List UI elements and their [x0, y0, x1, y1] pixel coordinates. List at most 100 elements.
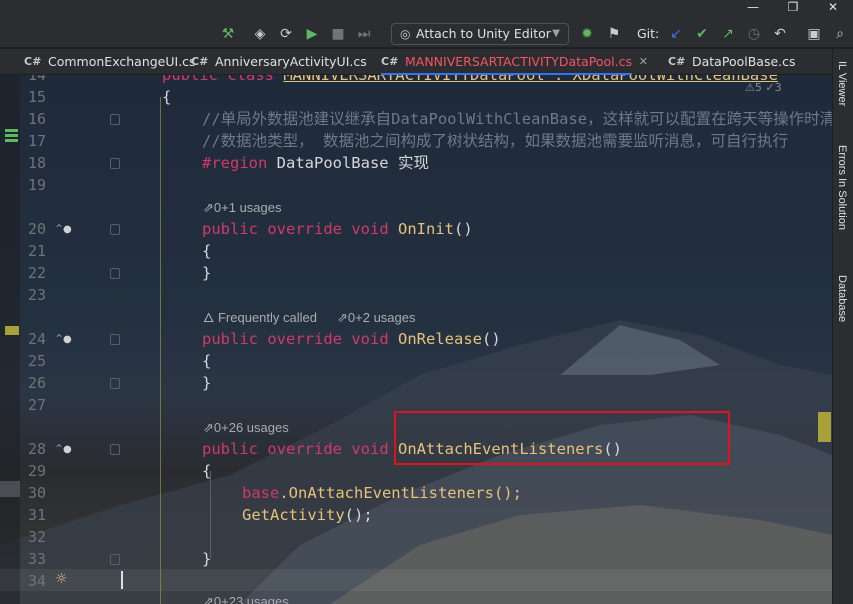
git-history-icon[interactable]: ◷	[744, 24, 764, 44]
tab-label: AnniversaryActivityUI.cs	[215, 54, 367, 69]
line-number: 19	[27, 176, 46, 194]
chevron-down-icon: ▼	[552, 28, 560, 39]
minimize-icon[interactable]: —	[733, 0, 773, 20]
code-line-24: 24 ⌃ ● public override void OnRelease()	[0, 328, 832, 350]
code-analysis-status[interactable]: ⚠5 ✓3	[745, 81, 782, 94]
code-editor[interactable]: 14 public class MANNIVERSARTACTIVITYData…	[0, 75, 832, 604]
usages-hint[interactable]: ⇗0+23 usages	[203, 593, 289, 604]
run-icon[interactable]: ▶	[302, 24, 322, 44]
code-line-30: 30 base.OnAttachEventListeners();	[0, 482, 832, 504]
usages-hint[interactable]: ⇗0+1 usages	[203, 199, 282, 217]
build-hammer-icon[interactable]: ⚒	[218, 24, 238, 44]
csharp-file-icon: C#	[668, 55, 686, 68]
usages-hint[interactable]: ⇗0+26 usages	[203, 419, 289, 437]
tab-datapool-base[interactable]: C# DataPoolBase.cs	[668, 49, 796, 75]
code-text: public class MANNIVERSARTACTIVITYDataPoo…	[162, 75, 778, 84]
line-number: 23	[27, 286, 46, 304]
override-dot-icon: ●	[63, 444, 72, 455]
git-push-icon[interactable]: ↗	[718, 24, 738, 44]
git-label: Git:	[637, 26, 660, 41]
tab-label: DataPoolBase.cs	[692, 54, 796, 69]
line-number: 21	[27, 242, 46, 260]
unity-attach-icon: ◎	[400, 27, 411, 41]
line-number: 34	[27, 572, 46, 590]
il-viewer-tab[interactable]: IL Viewer	[836, 61, 848, 106]
database-tab[interactable]: Database	[836, 275, 848, 322]
code-line-23: 23	[0, 284, 832, 306]
code-text: }	[202, 374, 212, 392]
code-text: {	[202, 352, 212, 370]
code-line-33: 33 }	[0, 548, 832, 570]
code-text: }	[202, 264, 212, 282]
code-line-31: 31 GetActivity();	[0, 504, 832, 526]
close-window-icon[interactable]: ✕	[813, 0, 853, 20]
stop-icon[interactable]: ■	[328, 24, 348, 44]
code-line-22: 22 }	[0, 262, 832, 284]
fold-marker[interactable]	[110, 114, 120, 125]
layout-icon[interactable]: ▣	[804, 24, 824, 44]
code-text: base.OnAttachEventListeners();	[242, 484, 522, 502]
profile-icon[interactable]: ⚑	[604, 24, 624, 44]
code-line-20: 20 ⌃ ● public override void OnInit()	[0, 218, 832, 240]
highlight-annotation-box	[394, 411, 730, 465]
attach-to-unity-button[interactable]: ◎ Attach to Unity Editor ▼	[391, 23, 569, 45]
code-line-16: 16 //单局外数据池建议继承自DataPoolWithCleanBase，这样…	[0, 108, 832, 130]
git-commit-icon[interactable]: ✔	[692, 24, 712, 44]
errors-in-solution-tab[interactable]: Errors In Solution	[836, 145, 848, 230]
line-number: 18	[27, 154, 46, 172]
search-icon[interactable]: ⌕	[830, 24, 850, 44]
line-number: 26	[27, 374, 46, 392]
code-line-17: 17 //数据池类型， 数据池之间构成了树状结构，如果数据池需要监听消息，可自行…	[0, 130, 832, 152]
line-number: 22	[27, 264, 46, 282]
tab-anniversary-datapool[interactable]: C# MANNIVERSARTACTIVITYDataPool.cs ✕	[381, 49, 648, 75]
code-line-18: 18 #region DataPoolBase 实现	[0, 152, 832, 174]
debug-bug-icon[interactable]: ✹	[577, 24, 597, 44]
refresh-unity-icon[interactable]: ⟳	[276, 24, 296, 44]
csharp-file-icon: C#	[381, 55, 399, 68]
right-tool-strip: IL Viewer Errors In Solution Database	[832, 49, 853, 604]
usages-hint[interactable]: ⇗0+2 usages	[337, 309, 416, 327]
git-update-icon[interactable]: ↙	[666, 24, 686, 44]
fold-marker[interactable]	[110, 158, 120, 169]
close-tab-icon[interactable]: ✕	[639, 49, 648, 75]
override-dot-icon: ●	[63, 224, 72, 235]
override-dot-icon: ●	[63, 334, 72, 345]
code-text: {	[162, 88, 172, 106]
line-number: 15	[27, 88, 46, 106]
fold-marker[interactable]	[110, 444, 120, 455]
indent-guide	[160, 97, 161, 604]
line-number: 17	[27, 132, 46, 150]
step-icon[interactable]: ⏭	[354, 24, 374, 44]
code-line-15: 15 {	[0, 86, 832, 108]
code-line-21: 21 {	[0, 240, 832, 262]
frequently-called-hint: 🜂 Frequently called	[203, 310, 317, 325]
code-line-34: 34 ☼	[0, 570, 832, 592]
fold-marker[interactable]	[110, 554, 120, 565]
scrollbar-thumb[interactable]	[818, 412, 831, 442]
lightbulb-icon[interactable]: ☼	[55, 571, 68, 587]
fold-marker[interactable]	[110, 268, 120, 279]
code-text: GetActivity();	[242, 506, 373, 524]
unity-icon[interactable]: ◈	[250, 24, 270, 44]
code-text: public override void OnInit()	[202, 220, 473, 238]
line-number: 14	[27, 75, 46, 84]
csharp-file-icon: C#	[24, 55, 42, 68]
restore-icon[interactable]: ❐	[773, 0, 813, 20]
line-number: 20	[27, 220, 46, 238]
toolbar: ⚒ ◈ ⟳ ▶ ■ ⏭ ◎ Attach to Unity Editor ▼ ✹…	[0, 20, 853, 48]
code-line-25: 25 {	[0, 350, 832, 372]
tab-common-exchange-ui[interactable]: C# CommonExchangeUI.cs	[24, 49, 196, 75]
line-number: 24	[27, 330, 46, 348]
fold-marker[interactable]	[110, 224, 120, 235]
fold-marker[interactable]	[110, 334, 120, 345]
code-text: public override void OnRelease()	[202, 330, 501, 348]
indent-guide	[210, 471, 211, 559]
fold-marker[interactable]	[110, 378, 120, 389]
code-line-14: 14 public class MANNIVERSARTACTIVITYData…	[0, 75, 832, 86]
git-rollback-icon[interactable]: ↶	[770, 24, 790, 44]
editor-tabs: C# CommonExchangeUI.cs C# AnniversaryAct…	[0, 49, 853, 75]
line-number: 27	[27, 396, 46, 414]
code-line-32: 32	[0, 526, 832, 548]
line-number: 29	[27, 462, 46, 480]
tab-anniversary-activity-ui[interactable]: C# AnniversaryActivityUI.cs	[191, 49, 367, 75]
